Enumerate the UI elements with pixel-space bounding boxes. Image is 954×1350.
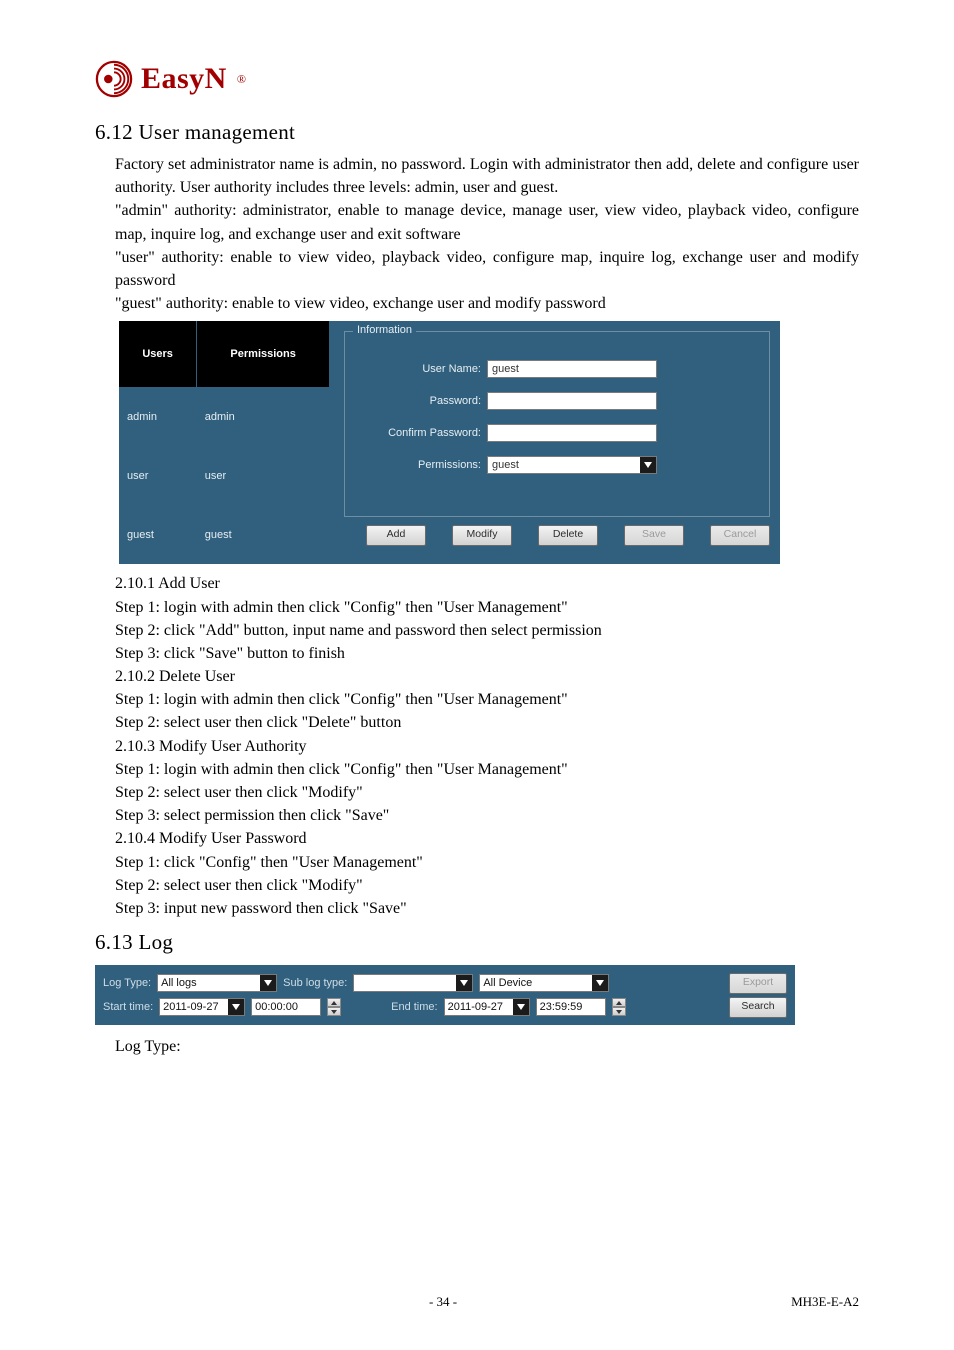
page-footer: - 34 - MH3E-E-A2 bbox=[95, 1294, 859, 1310]
log-type-select[interactable]: All logs bbox=[157, 974, 277, 992]
brand-logo: EasyN ® bbox=[95, 60, 246, 98]
logo-word: EasyN bbox=[141, 62, 227, 96]
username-input[interactable]: guest bbox=[487, 360, 657, 378]
permissions-select[interactable]: guest bbox=[487, 456, 657, 474]
step: Step 3: click "Save" button to finish bbox=[115, 642, 859, 665]
step: Step 2: select user then click "Modify" bbox=[115, 874, 859, 897]
start-date-input[interactable]: 2011-09-27 bbox=[159, 998, 245, 1016]
label-password: Password: bbox=[361, 395, 487, 407]
chevron-down-icon bbox=[640, 457, 656, 473]
end-time-input[interactable]: 23:59:59 bbox=[536, 998, 606, 1016]
start-time-spinner[interactable] bbox=[327, 998, 341, 1016]
subheading-2102: 2.10.2 Delete User bbox=[115, 665, 859, 688]
modify-button[interactable]: Modify bbox=[452, 525, 512, 546]
confirm-password-input[interactable] bbox=[487, 424, 657, 442]
step: Step 1: login with admin then click "Con… bbox=[115, 596, 859, 619]
log-screenshot: Log Type: All logs Sub log type: All Dev… bbox=[95, 965, 795, 1025]
label-sub-log-type: Sub log type: bbox=[283, 977, 347, 989]
chevron-down-icon bbox=[260, 975, 276, 991]
step: Step 1: login with admin then click "Con… bbox=[115, 688, 859, 711]
user-management-screenshot: Users Permissions admin admin user user … bbox=[119, 321, 780, 564]
para-intro: Factory set administrator name is admin,… bbox=[115, 153, 859, 199]
search-button[interactable]: Search bbox=[729, 997, 787, 1018]
label-confirm-password: Confirm Password: bbox=[361, 427, 487, 439]
step: Step 3: select permission then click "Sa… bbox=[115, 804, 859, 827]
chevron-up-icon bbox=[612, 998, 626, 1007]
step: Step 1: click "Config" then "User Manage… bbox=[115, 851, 859, 874]
fieldset-legend: Information bbox=[353, 324, 416, 336]
heading-6-12: 6.12 User management bbox=[95, 120, 859, 145]
chevron-down-icon bbox=[592, 975, 608, 991]
add-button[interactable]: Add bbox=[366, 525, 426, 546]
step: Step 3: input new password then click "S… bbox=[115, 897, 859, 920]
chevron-down-icon bbox=[456, 975, 472, 991]
para-user: "user" authority: enable to view video, … bbox=[115, 246, 859, 292]
end-date-input[interactable]: 2011-09-27 bbox=[444, 998, 530, 1016]
doc-code: MH3E-E-A2 bbox=[791, 1294, 859, 1310]
subheading-2101: 2.10.1 Add User bbox=[115, 572, 859, 595]
end-time-spinner[interactable] bbox=[612, 998, 626, 1016]
registered-mark: ® bbox=[237, 72, 246, 87]
logo-icon bbox=[95, 60, 133, 98]
page-number: - 34 - bbox=[429, 1294, 457, 1310]
step: Step 2: select user then click "Modify" bbox=[115, 781, 859, 804]
information-fieldset: Information User Name: guest Password: C… bbox=[344, 331, 770, 517]
col-users: Users bbox=[119, 321, 197, 387]
label-log-type: Log Type: bbox=[103, 977, 151, 989]
users-table: Users Permissions admin admin user user … bbox=[119, 321, 330, 564]
chevron-down-icon bbox=[228, 999, 244, 1015]
device-select[interactable]: All Device bbox=[479, 974, 609, 992]
label-permissions: Permissions: bbox=[361, 459, 487, 471]
table-row[interactable]: admin admin bbox=[119, 387, 330, 446]
export-button[interactable]: Export bbox=[729, 973, 787, 994]
para-guest: "guest" authority: enable to view video,… bbox=[115, 292, 859, 315]
delete-button[interactable]: Delete bbox=[538, 525, 598, 546]
subheading-2104: 2.10.4 Modify User Password bbox=[115, 827, 859, 850]
start-time-input[interactable]: 00:00:00 bbox=[251, 998, 321, 1016]
password-input[interactable] bbox=[487, 392, 657, 410]
label-start-time: Start time: bbox=[103, 1001, 153, 1013]
sub-log-type-select[interactable] bbox=[353, 974, 473, 992]
label-end-time: End time: bbox=[391, 1001, 437, 1013]
step: Step 2: click "Add" button, input name a… bbox=[115, 619, 859, 642]
save-button[interactable]: Save bbox=[624, 525, 684, 546]
label-username: User Name: bbox=[361, 363, 487, 375]
step: Step 2: select user then click "Delete" … bbox=[115, 711, 859, 734]
chevron-up-icon bbox=[327, 998, 341, 1007]
text-log-type: Log Type: bbox=[115, 1035, 859, 1058]
heading-6-13: 6.13 Log bbox=[95, 930, 859, 955]
chevron-down-icon bbox=[513, 999, 529, 1015]
table-row[interactable]: user user bbox=[119, 446, 330, 505]
cancel-button[interactable]: Cancel bbox=[710, 525, 770, 546]
chevron-down-icon bbox=[612, 1007, 626, 1016]
para-admin: "admin" authority: administrator, enable… bbox=[115, 199, 859, 245]
chevron-down-icon bbox=[327, 1007, 341, 1016]
col-permissions: Permissions bbox=[197, 321, 330, 387]
subheading-2103: 2.10.3 Modify User Authority bbox=[115, 735, 859, 758]
step: Step 1: login with admin then click "Con… bbox=[115, 758, 859, 781]
table-row[interactable]: guest guest bbox=[119, 505, 330, 564]
